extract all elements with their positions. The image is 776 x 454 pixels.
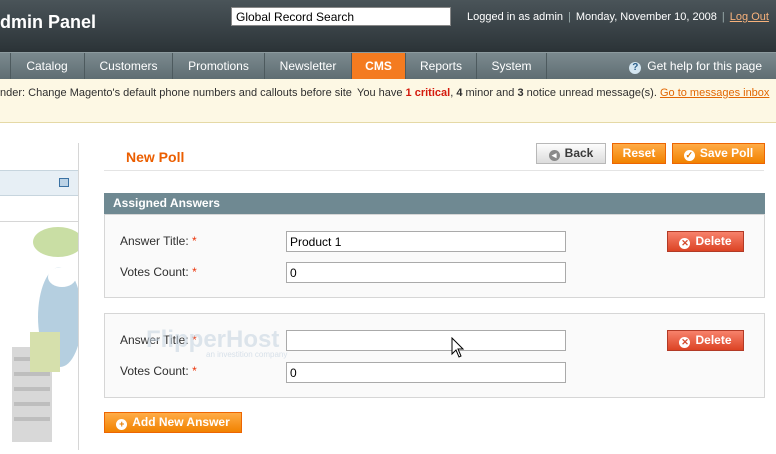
minor-count: 4 bbox=[456, 87, 463, 99]
notice-messages: You have 1 critical, 4 minor and 3 notic… bbox=[357, 87, 770, 99]
notice-prefix: You have bbox=[357, 87, 403, 99]
save-icon bbox=[59, 178, 69, 187]
votes-count-input[interactable] bbox=[286, 362, 566, 383]
answer-fieldset: Answer Title: * Votes Count: * ✕ Delete bbox=[104, 214, 765, 298]
sidebar-panel bbox=[0, 221, 83, 451]
nav-item-cms[interactable]: CMS bbox=[352, 53, 406, 79]
page-title: New Poll bbox=[126, 149, 185, 165]
answer-title-input[interactable] bbox=[286, 231, 566, 252]
messages-inbox-link[interactable]: Go to messages inbox bbox=[660, 87, 769, 99]
answer-title-label: Answer Title: * bbox=[120, 234, 197, 248]
nav-item-catalog[interactable]: Catalog bbox=[10, 53, 85, 79]
notice-count: 3 bbox=[517, 87, 524, 99]
delete-icon: ✕ bbox=[679, 238, 691, 249]
votes-count-label: Votes Count: * bbox=[120, 364, 197, 378]
logout-link[interactable]: Log Out bbox=[730, 11, 769, 23]
nav-item-reports[interactable]: Reports bbox=[406, 53, 477, 79]
delete-answer-button[interactable]: ✕ Delete bbox=[667, 330, 744, 351]
votes-count-label: Votes Count: * bbox=[120, 265, 197, 279]
help-text: Get help for this page bbox=[647, 59, 762, 73]
nav-item-customers[interactable]: Customers bbox=[85, 53, 173, 79]
notice-text: notice unread message(s). bbox=[526, 87, 657, 99]
sidebar-divider bbox=[78, 143, 79, 450]
save-poll-label: Save Poll bbox=[699, 146, 754, 160]
date-text: Monday, November 10, 2008 bbox=[575, 11, 717, 23]
critical-count: 1 critical bbox=[405, 87, 451, 99]
minor-text: minor and bbox=[465, 87, 515, 99]
nav-item-newsletter[interactable]: Newsletter bbox=[265, 53, 352, 79]
help-icon: ? bbox=[629, 62, 642, 74]
help-link[interactable]: ? Get help for this page bbox=[629, 53, 762, 79]
watermark-subtitle: an investition company bbox=[206, 350, 288, 359]
add-answer-label: Add New Answer bbox=[132, 415, 230, 429]
nav-item-system[interactable]: System bbox=[477, 53, 547, 79]
back-label: Back bbox=[564, 146, 594, 160]
add-new-answer-button[interactable]: + Add New Answer bbox=[104, 412, 242, 433]
reset-button[interactable]: Reset bbox=[612, 143, 666, 164]
logged-in-text: Logged in as admin bbox=[467, 11, 564, 23]
delete-answer-button[interactable]: ✕ Delete bbox=[667, 231, 744, 252]
mascot-illustration bbox=[12, 227, 83, 442]
system-notice: nder: Change Magento's default phone num… bbox=[0, 79, 776, 123]
delete-label: Delete bbox=[695, 333, 732, 347]
votes-count-input[interactable] bbox=[286, 262, 566, 283]
delete-label: Delete bbox=[695, 234, 732, 248]
mouse-cursor-icon bbox=[451, 337, 465, 358]
save-poll-button[interactable]: ✓ Save Poll bbox=[672, 143, 765, 164]
brand-title: dmin Panel bbox=[0, 12, 97, 32]
header-bar: dmin Panel Logged in as admin|Monday, No… bbox=[0, 0, 776, 52]
back-button[interactable]: ◂ Back bbox=[536, 143, 606, 164]
main-nav: Catalog Customers Promotions Newsletter … bbox=[0, 52, 776, 79]
answer-title-input[interactable] bbox=[286, 330, 566, 351]
global-search-input[interactable] bbox=[231, 7, 451, 26]
title-divider bbox=[104, 170, 764, 171]
plus-icon: + bbox=[116, 419, 128, 430]
checkmark-icon: ✓ bbox=[683, 150, 695, 161]
nav-item-promotions[interactable]: Promotions bbox=[173, 53, 265, 79]
notice-reminder: nder: Change Magento's default phone num… bbox=[0, 87, 352, 99]
back-arrow-icon: ◂ bbox=[548, 150, 560, 161]
sidebar-tab[interactable] bbox=[0, 170, 78, 196]
delete-icon: ✕ bbox=[679, 337, 691, 348]
header-info: Logged in as admin | Monday, November 10, … bbox=[467, 11, 769, 23]
assigned-answers-header: Assigned Answers bbox=[104, 193, 765, 214]
